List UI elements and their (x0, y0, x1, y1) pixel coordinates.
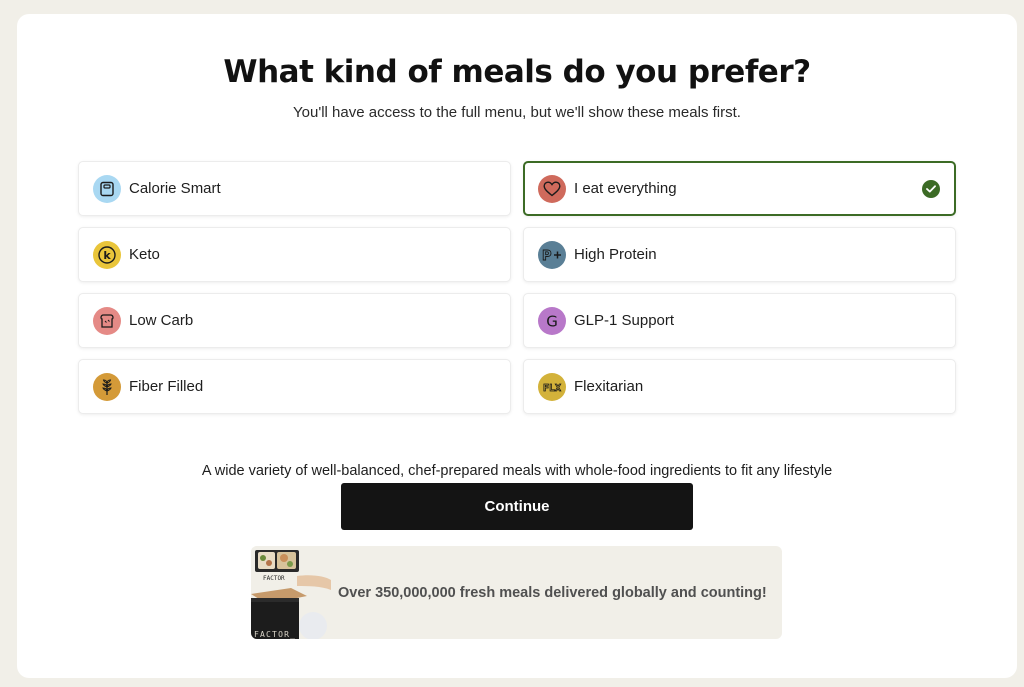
preferences-card: What kind of meals do you prefer? You'll… (17, 14, 1017, 678)
option-high-protein[interactable]: P High Protein (523, 227, 956, 282)
option-label: Calorie Smart (129, 180, 221, 197)
meal-preference-grid: Calorie Smart I eat everything k Keto P … (78, 161, 956, 414)
bread-icon (93, 306, 121, 335)
option-fiber-filled[interactable]: Fiber Filled (78, 359, 511, 414)
option-label: Low Carb (129, 312, 194, 329)
option-label: Flexitarian (574, 378, 644, 395)
svg-text:P: P (542, 249, 552, 263)
promo-banner: FACTOR_ FACTOR Over 350,000,000 fresh me… (251, 546, 782, 639)
svg-text:G: G (546, 312, 558, 330)
option-label: Keto (129, 246, 160, 263)
option-low-carb[interactable]: Low Carb (78, 293, 511, 348)
flx-icon: FLX (538, 372, 566, 401)
promo-text: Over 350,000,000 fresh meals delivered g… (338, 584, 767, 601)
svg-text:FLX: FLX (543, 383, 561, 394)
option-keto[interactable]: k Keto (78, 227, 511, 282)
option-calorie-smart[interactable]: Calorie Smart (78, 161, 511, 216)
continue-button[interactable]: Continue (341, 483, 693, 530)
protein-plus-icon: P (538, 240, 566, 269)
option-i-eat-everything[interactable]: I eat everything (523, 161, 956, 216)
meal-box-image: FACTOR_ FACTOR (251, 546, 331, 639)
page-subtitle: You'll have access to the full menu, but… (293, 104, 741, 121)
option-label: GLP-1 Support (574, 312, 675, 329)
svg-text:k: k (103, 249, 111, 262)
option-label: High Protein (574, 246, 657, 263)
heart-icon (538, 174, 566, 203)
svg-text:FACTOR_: FACTOR_ (254, 630, 296, 639)
option-glp1-support[interactable]: G GLP-1 Support (523, 293, 956, 348)
svg-text:FACTOR: FACTOR (263, 575, 285, 582)
wheat-icon (93, 372, 121, 401)
glp-g-icon: G (538, 306, 566, 335)
option-description: A wide variety of well-balanced, chef-pr… (201, 463, 833, 479)
keto-k-icon: k (93, 240, 121, 269)
option-label: I eat everything (574, 180, 677, 197)
page-title: What kind of meals do you prefer? (223, 54, 811, 90)
option-label: Fiber Filled (129, 378, 204, 395)
option-flexitarian[interactable]: FLX Flexitarian (523, 359, 956, 414)
checkmark-icon (922, 179, 940, 198)
scale-icon (93, 174, 121, 203)
